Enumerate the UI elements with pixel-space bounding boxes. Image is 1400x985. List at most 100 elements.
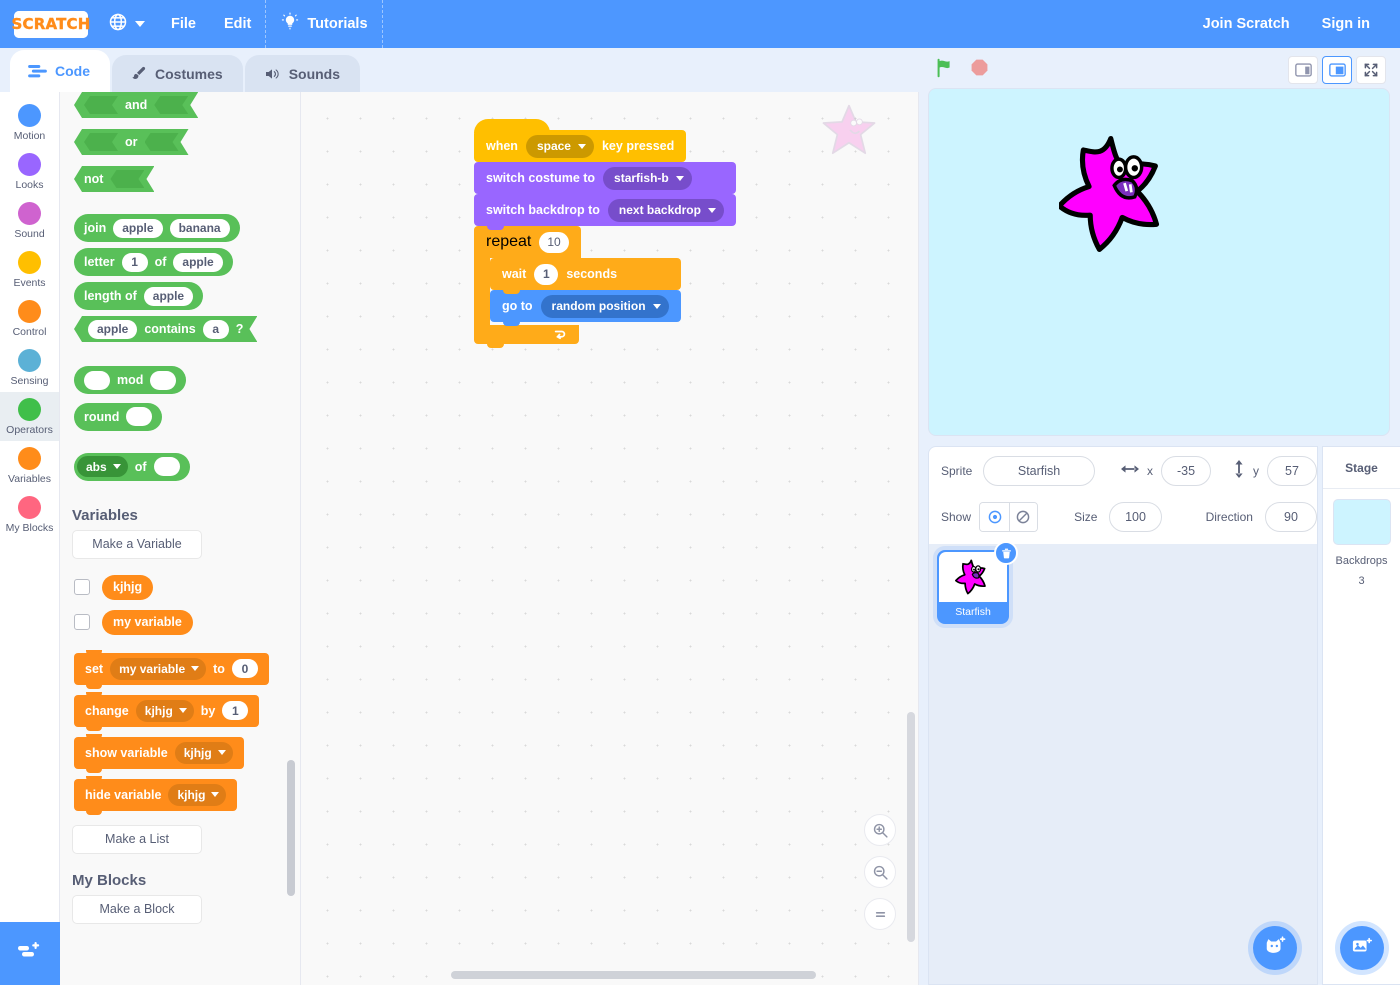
zoom-reset-icon[interactable] [864, 898, 896, 930]
eye-hidden-icon[interactable] [1008, 503, 1038, 531]
set-value-input[interactable]: 0 [231, 659, 258, 678]
make-a-list-button[interactable]: Make a List [72, 824, 202, 854]
stage-sprite-starfish[interactable] [1056, 134, 1174, 259]
block-switch-backdrop[interactable]: switch backdrop to next backdrop [474, 194, 736, 230]
block-operator-length-of[interactable]: length of apple [74, 282, 204, 310]
letter-index-input[interactable]: 1 [121, 252, 148, 272]
make-a-block-button[interactable]: Make a Block [72, 894, 202, 924]
small-stage-layout-icon[interactable] [1288, 56, 1318, 84]
repeat-header[interactable]: repeat 10 [474, 226, 581, 258]
category-control[interactable]: Control [0, 294, 59, 343]
trash-icon[interactable] [994, 541, 1018, 565]
block-operator-join[interactable]: join apple banana [74, 214, 240, 242]
variable-checkbox-my-variable[interactable] [74, 614, 90, 630]
block-when-key-pressed[interactable]: when space key pressed [474, 130, 687, 162]
block-repeat[interactable]: repeat 10 wait 1 seconds go to random po… [474, 226, 681, 348]
add-extension-button[interactable] [0, 922, 60, 985]
block-operator-and[interactable]: and [74, 92, 198, 118]
x-input[interactable]: -35 [1161, 456, 1211, 486]
abs-input[interactable] [153, 457, 180, 476]
block-operator-not[interactable]: not [74, 166, 154, 192]
block-operator-or[interactable]: or [74, 129, 189, 155]
hide-variable-dropdown[interactable]: kjhjg [168, 783, 227, 806]
scratch-logo[interactable]: SCRATCH [11, 10, 91, 38]
category-sensing[interactable]: Sensing [0, 343, 59, 392]
stage-panel-title[interactable]: Stage [1323, 447, 1400, 489]
block-hide-variable[interactable]: hide variable kjhjg [74, 775, 238, 815]
block-change-variable[interactable]: change kjhjg by 1 [74, 691, 260, 731]
eye-visible-icon[interactable] [980, 503, 1009, 531]
stop-sign-icon[interactable] [970, 58, 989, 82]
choose-sprite-button[interactable] [1253, 926, 1297, 970]
variable-reporter-my-variable[interactable]: my variable [102, 609, 193, 635]
wait-seconds-input[interactable]: 1 [534, 263, 559, 285]
sign-in-button[interactable]: Sign in [1306, 0, 1386, 48]
contains-char-input[interactable]: a [203, 320, 229, 339]
variable-reporter-kjhjg[interactable]: kjhjg [102, 574, 154, 600]
change-value-input[interactable]: 1 [222, 701, 249, 720]
set-variable-dropdown[interactable]: my variable [110, 657, 207, 680]
length-of-input[interactable]: apple [143, 286, 194, 306]
category-events[interactable]: Events [0, 245, 59, 294]
block-go-to[interactable]: go to random position [490, 290, 681, 326]
and-left-slot[interactable] [84, 96, 118, 114]
block-switch-costume[interactable]: switch costume to starfish-b [474, 162, 736, 198]
costume-dropdown[interactable]: starfish-b [603, 166, 692, 190]
code-workspace[interactable]: when space key pressed switch costume to… [301, 92, 919, 985]
zoom-in-icon[interactable] [864, 814, 896, 846]
category-looks[interactable]: Looks [0, 147, 59, 196]
size-input[interactable]: 100 [1109, 502, 1162, 532]
letter-word-input[interactable]: apple [173, 252, 223, 272]
join-scratch-button[interactable]: Join Scratch [1187, 0, 1306, 48]
stage[interactable] [928, 88, 1390, 436]
script-stack[interactable]: when space key pressed switch costume to… [474, 119, 736, 348]
change-variable-dropdown[interactable]: kjhjg [135, 699, 194, 722]
category-my-blocks[interactable]: My Blocks [0, 490, 59, 539]
zoom-out-icon[interactable] [864, 856, 896, 888]
direction-input[interactable]: 90 [1264, 502, 1317, 532]
language-selector[interactable] [88, 12, 157, 37]
show-variable-dropdown[interactable]: kjhjg [174, 741, 233, 764]
contains-word-input[interactable]: apple [88, 320, 137, 339]
category-sound[interactable]: Sound [0, 196, 59, 245]
mod-left-input[interactable] [84, 370, 110, 390]
category-variables[interactable]: Variables [0, 441, 59, 490]
y-input[interactable]: 57 [1267, 456, 1317, 486]
key-dropdown[interactable]: space [525, 134, 594, 158]
fullscreen-icon[interactable] [1356, 56, 1386, 84]
block-operator-letter-of[interactable]: letter 1 of apple [74, 248, 233, 276]
not-slot[interactable] [110, 170, 144, 188]
mod-right-input[interactable] [150, 370, 177, 390]
block-operator-mod[interactable]: mod [74, 366, 187, 394]
block-palette[interactable]: and or not join apple banana letter 1 of… [60, 92, 301, 985]
abs-dropdown[interactable]: abs [77, 456, 128, 477]
tab-sounds[interactable]: Sounds [244, 55, 361, 92]
sprite-name-input[interactable]: Starfish [983, 456, 1095, 486]
choose-backdrop-button[interactable] [1340, 926, 1384, 970]
or-right-slot[interactable] [145, 133, 179, 151]
and-right-slot[interactable] [154, 96, 188, 114]
menu-edit[interactable]: Edit [210, 0, 265, 48]
menu-tutorials[interactable]: Tutorials [266, 0, 381, 48]
green-flag-icon[interactable] [934, 57, 956, 84]
block-operator-contains[interactable]: apple contains a ? [74, 316, 257, 342]
make-a-variable-button[interactable]: Make a Variable [72, 529, 202, 559]
tab-costumes[interactable]: Costumes [112, 55, 243, 92]
large-stage-layout-icon[interactable] [1322, 56, 1352, 84]
block-show-variable[interactable]: show variable kjhjg [74, 733, 244, 773]
tab-code[interactable]: Code [10, 50, 110, 92]
round-input[interactable] [126, 407, 153, 426]
block-operator-round[interactable]: round [74, 402, 163, 431]
join-input-b[interactable]: banana [169, 218, 230, 238]
repeat-count-input[interactable]: 10 [539, 231, 569, 253]
workspace-vertical-scrollbar[interactable] [907, 712, 915, 942]
go-to-dropdown[interactable]: random position [540, 294, 669, 318]
category-operators[interactable]: Operators [0, 392, 59, 441]
backdrop-dropdown[interactable]: next backdrop [607, 198, 724, 222]
workspace-horizontal-scrollbar[interactable] [451, 971, 816, 979]
block-set-variable[interactable]: set my variable to 0 [74, 649, 269, 689]
menu-file[interactable]: File [157, 0, 210, 48]
variable-checkbox-kjhjg[interactable] [74, 579, 90, 595]
block-wait[interactable]: wait 1 seconds [490, 258, 681, 294]
sprite-card-starfish[interactable]: Starfish [937, 541, 1018, 624]
